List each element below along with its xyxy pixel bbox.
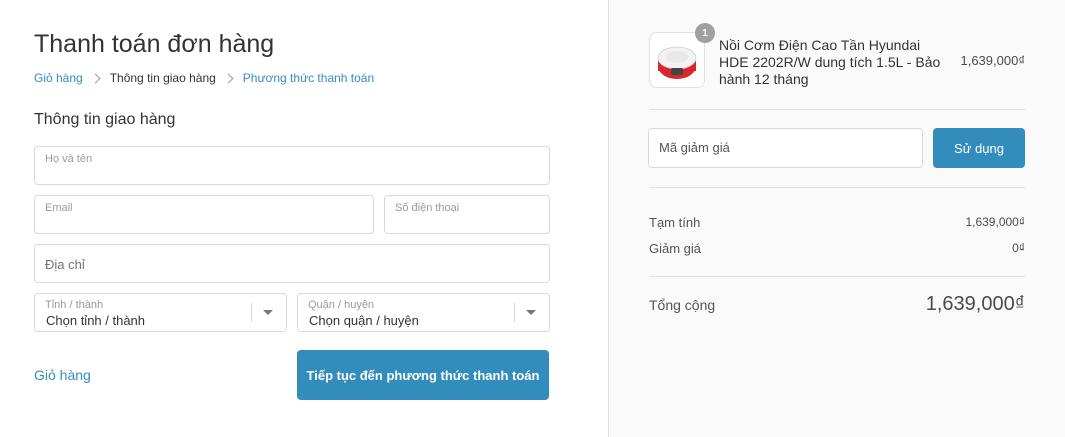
section-title: Thông tin giao hàng (34, 111, 176, 128)
back-to-cart-link[interactable]: Giỏ hàng (34, 367, 91, 383)
discount-code-input[interactable] (659, 140, 912, 155)
divider (649, 187, 1025, 188)
page-title: Thanh toán đơn hàng (34, 30, 275, 58)
discount-code-field[interactable] (648, 128, 923, 168)
fullname-field[interactable]: Họ và tên (34, 146, 550, 185)
address-field[interactable]: Địa chỉ (34, 244, 550, 283)
chevron-right-icon (223, 73, 234, 83)
discount-label: Giảm giá (649, 241, 702, 256)
district-selected: Chọn quận / huyện (309, 313, 419, 328)
province-dropdown-toggle[interactable] (251, 303, 286, 322)
product-price: 1,639,000₫ (960, 53, 1025, 68)
apply-discount-button[interactable]: Sử dụng (933, 128, 1025, 168)
rice-cooker-icon (657, 46, 697, 79)
province-select[interactable]: Tỉnh / thành Chọn tỉnh / thành (34, 293, 287, 332)
address-placeholder: Địa chỉ (45, 257, 85, 272)
district-label: Quận / huyện (308, 299, 375, 311)
district-select[interactable]: Quận / huyện Chọn quận / huyện (297, 293, 550, 332)
order-summary-panel: 1 Nồi Cơm Điện Cao Tần Hyundai HDE 2202R… (608, 0, 1065, 437)
fullname-input[interactable] (45, 164, 539, 180)
email-input[interactable] (45, 213, 363, 229)
caret-down-icon (263, 310, 273, 315)
product-image (649, 32, 705, 88)
province-selected: Chọn tỉnh / thành (46, 313, 146, 328)
breadcrumb-payment-method[interactable]: Phương thức thanh toán (243, 71, 374, 85)
discount-value: 0₫ (1012, 241, 1025, 255)
caret-down-icon (526, 310, 536, 315)
total-label: Tổng cộng (649, 297, 716, 313)
phone-field[interactable]: Số điện thoại (384, 195, 550, 234)
district-dropdown-toggle[interactable] (514, 303, 549, 322)
subtotal-value: 1,639,000₫ (965, 215, 1025, 229)
phone-input[interactable] (395, 213, 539, 229)
total-value: 1,639,000₫ (925, 293, 1025, 315)
breadcrumb-cart[interactable]: Giỏ hàng (34, 71, 83, 85)
breadcrumb-shipping-info: Thông tin giao hàng (109, 71, 216, 85)
continue-to-payment-button[interactable]: Tiếp tục đến phương thức thanh toán (297, 350, 549, 400)
subtotal-label: Tạm tính (649, 215, 701, 230)
product-name: Nồi Cơm Điện Cao Tần Hyundai HDE 2202R/W… (719, 37, 941, 87)
email-field[interactable]: Email (34, 195, 374, 234)
breadcrumb: Giỏ hàng Thông tin giao hàng Phương thức… (34, 71, 374, 85)
shipping-panel: Thanh toán đơn hàng Giỏ hàng Thông tin g… (0, 0, 608, 437)
divider (649, 276, 1025, 277)
divider (649, 109, 1025, 110)
province-label: Tỉnh / thành (45, 299, 104, 311)
quantity-badge: 1 (695, 23, 715, 43)
chevron-right-icon (90, 73, 101, 83)
